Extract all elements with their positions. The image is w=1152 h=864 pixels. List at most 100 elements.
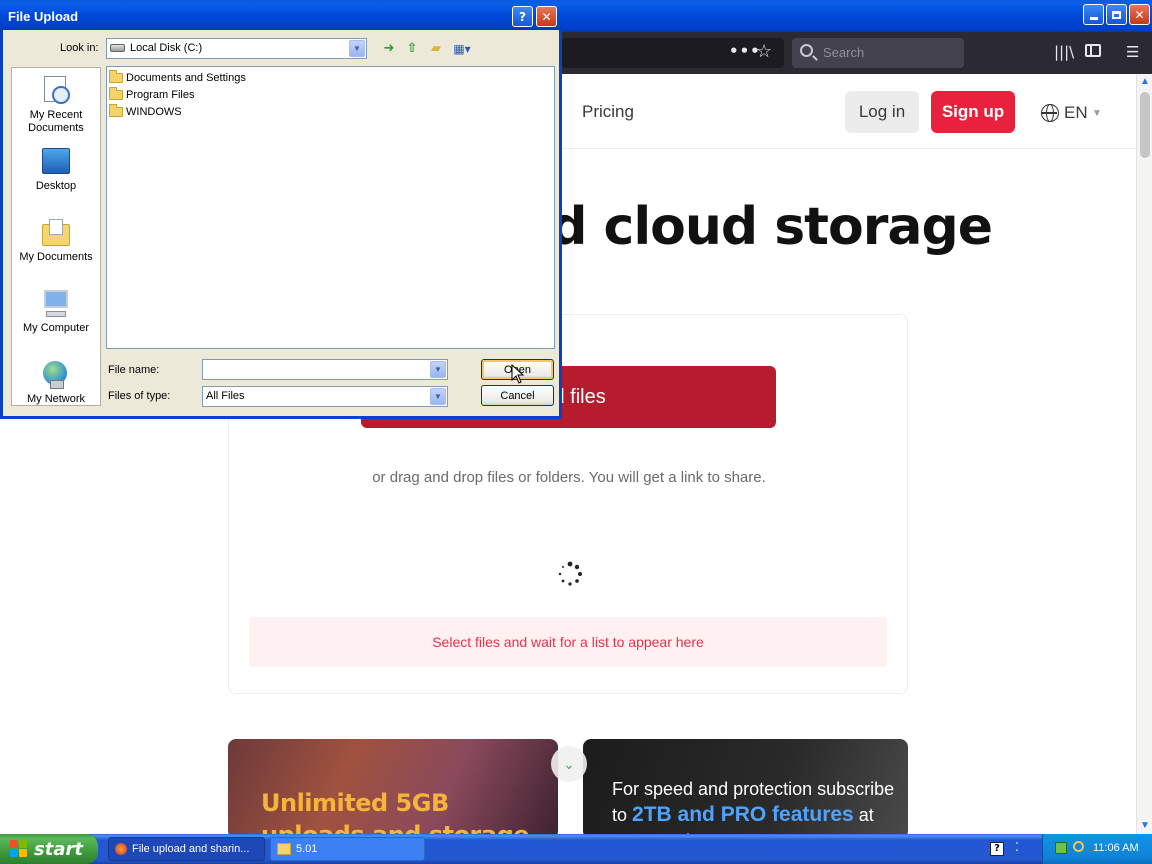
- close-icon: ✕: [541, 9, 552, 24]
- search-input[interactable]: Search: [792, 38, 964, 68]
- library-icon[interactable]: |||\: [1054, 43, 1074, 61]
- files-of-type-select[interactable]: All Files ▼: [202, 386, 448, 407]
- language-bar-icon[interactable]: ⁚: [1015, 840, 1019, 854]
- folder-icon: [109, 70, 123, 83]
- cancel-button[interactable]: Cancel: [481, 385, 554, 406]
- recent-documents-icon: [40, 76, 72, 106]
- search-icon: [800, 44, 813, 57]
- file-name: Program Files: [126, 89, 195, 101]
- login-button[interactable]: Log in: [845, 91, 919, 133]
- file-list[interactable]: Documents and Settings Program Files WIN…: [106, 66, 555, 349]
- file-list-placeholder: Select files and wait for a list to appe…: [249, 617, 887, 667]
- place-label: My Computer: [22, 322, 90, 334]
- windows-logo-icon: [10, 840, 28, 858]
- sidebar-toggle-icon[interactable]: [1085, 43, 1101, 61]
- place-desktop[interactable]: Desktop: [12, 147, 100, 193]
- taskbar-item-browser[interactable]: File upload and sharin...: [108, 837, 265, 861]
- file-list-item[interactable]: Documents and Settings: [109, 70, 246, 86]
- place-my-network[interactable]: My Network: [12, 360, 100, 406]
- scrollbar-thumb[interactable]: [1140, 92, 1150, 158]
- my-documents-icon: [40, 218, 72, 248]
- up-folder-icon[interactable]: ⇧: [402, 39, 422, 59]
- place-label: My Recent Documents: [28, 109, 84, 134]
- search-placeholder: Search: [823, 45, 865, 60]
- signup-button[interactable]: Sign up: [931, 91, 1015, 133]
- dialog-titlebar[interactable]: File Upload ? ✕: [0, 2, 562, 30]
- file-name: Documents and Settings: [126, 72, 246, 84]
- help-icon[interactable]: ?: [990, 842, 1004, 856]
- clock[interactable]: 11:06 AM: [1093, 842, 1139, 854]
- page-scrollbar[interactable]: ▲ ▼: [1136, 74, 1152, 834]
- my-network-icon: [40, 360, 72, 390]
- promo-card-storage[interactable]: Unlimited 5GB uploads and storage: [228, 739, 558, 834]
- minimize-icon: [1089, 17, 1098, 20]
- back-icon[interactable]: ➜: [379, 39, 399, 59]
- view-menu-icon[interactable]: ▦▾: [452, 39, 472, 59]
- taskbar-item-label: File upload and sharin...: [132, 843, 250, 855]
- help-button[interactable]: ?: [512, 6, 533, 27]
- network-icon[interactable]: [1055, 842, 1067, 854]
- close-window-button[interactable]: ✕: [1129, 4, 1150, 25]
- hamburger-menu-icon[interactable]: ☰: [1126, 43, 1139, 61]
- taskbar-item-label: 5.01: [296, 843, 318, 855]
- search-tray-icon[interactable]: [1073, 841, 1084, 852]
- chevron-down-icon[interactable]: ▼: [1092, 108, 1102, 119]
- start-label: start: [34, 838, 83, 860]
- look-in-value: Local Disk (C:): [130, 42, 203, 54]
- file-upload-dialog: File Upload ? ✕ Look in: Local Disk (C:)…: [0, 2, 562, 419]
- file-list-item[interactable]: WINDOWS: [109, 104, 182, 120]
- folder-icon: [277, 843, 291, 855]
- dialog-title: File Upload: [8, 9, 79, 24]
- taskbar-item-folder[interactable]: 5.01: [270, 837, 425, 861]
- nav-pricing-link[interactable]: Pricing: [582, 102, 634, 122]
- look-in-label: Look in:: [60, 42, 99, 54]
- chevron-down-icon[interactable]: ▼: [430, 361, 446, 378]
- place-label: My Documents: [19, 251, 93, 263]
- start-button[interactable]: start: [0, 834, 98, 864]
- globe-icon[interactable]: [1041, 104, 1059, 122]
- language-selector[interactable]: EN: [1064, 103, 1088, 123]
- scroll-down-icon[interactable]: ▼: [1137, 818, 1152, 834]
- chevron-down-icon[interactable]: ▼: [349, 40, 365, 57]
- folder-icon: [109, 104, 123, 117]
- desktop: ✕ ••• ☆ Search |||\ ☰ Pricing Log in Sig…: [0, 0, 1152, 864]
- place-my-recent-documents[interactable]: My Recent Documents: [12, 76, 100, 135]
- file-list-item[interactable]: Program Files: [109, 87, 194, 103]
- file-name-input[interactable]: ▼: [202, 359, 448, 380]
- browser-icon: [115, 843, 127, 855]
- help-icon: ?: [519, 9, 526, 24]
- place-my-documents[interactable]: My Documents: [12, 218, 100, 264]
- desktop-icon: [40, 147, 72, 177]
- file-name-label: File name:: [108, 364, 160, 376]
- close-icon: ✕: [1134, 7, 1145, 22]
- file-name: WINDOWS: [126, 106, 182, 118]
- loading-spinner-icon: [558, 561, 582, 586]
- minimize-button[interactable]: [1083, 4, 1104, 25]
- restore-button[interactable]: [1106, 4, 1127, 25]
- bookmark-star-icon[interactable]: ☆: [756, 41, 772, 62]
- promo-pro-text: For speed and protection subscribe to 2T…: [612, 776, 902, 834]
- place-label: Desktop: [35, 180, 77, 192]
- restore-icon: [1112, 10, 1121, 19]
- scroll-down-button[interactable]: ⌄: [551, 746, 587, 782]
- chevron-down-icon: ⌄: [563, 755, 575, 772]
- my-computer-icon: [40, 289, 72, 319]
- dialog-close-button[interactable]: ✕: [536, 6, 557, 27]
- folder-icon: [109, 87, 123, 100]
- place-label: My Network: [26, 393, 86, 405]
- place-my-computer[interactable]: My Computer: [12, 289, 100, 335]
- scroll-up-icon[interactable]: ▲: [1137, 74, 1152, 90]
- taskbar: start File upload and sharin... 5.01 ? ⁚…: [0, 834, 1152, 864]
- places-bar: My Recent Documents Desktop My Documents: [11, 67, 101, 406]
- mouse-cursor-icon: [511, 364, 525, 384]
- promo-storage-text: Unlimited 5GB uploads and storage: [261, 789, 530, 834]
- files-of-type-label: Files of type:: [108, 390, 171, 402]
- files-of-type-value: All Files: [206, 390, 245, 402]
- drop-hint: or drag and drop files or folders. You w…: [372, 469, 766, 486]
- promo-card-pro[interactable]: For speed and protection subscribe to 2T…: [583, 739, 908, 834]
- look-in-select[interactable]: Local Disk (C:) ▼: [106, 38, 367, 59]
- promo-pro-highlight: 2TB and PRO features: [632, 803, 854, 826]
- new-folder-icon[interactable]: ▰: [426, 39, 446, 59]
- chevron-down-icon[interactable]: ▼: [430, 388, 446, 405]
- system-tray: 11:06 AM: [1042, 834, 1152, 864]
